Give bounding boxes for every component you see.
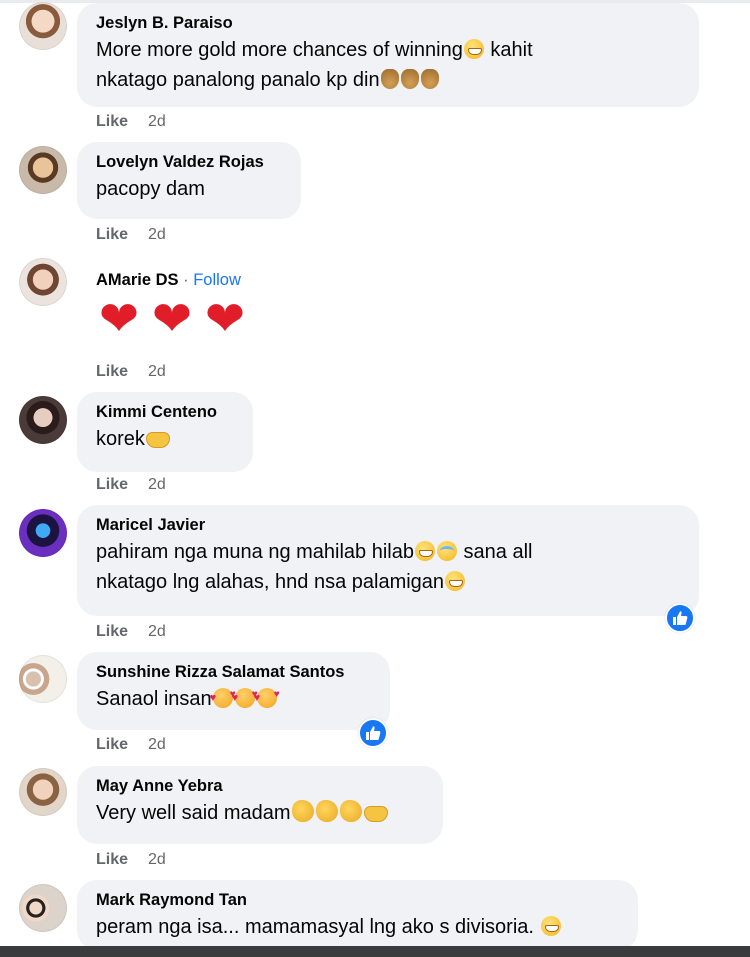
- comment-text: pacopy dam: [96, 178, 205, 200]
- avatar[interactable]: [19, 258, 67, 306]
- red-heart-emoji: ❤: [151, 291, 193, 347]
- comment-author[interactable]: Jeslyn B. Paraiso: [96, 11, 681, 35]
- comment-bubble: Jeslyn B. Paraiso More more gold more ch…: [77, 3, 699, 107]
- comment-text-line: sana all: [463, 541, 533, 563]
- like-link[interactable]: Like: [96, 363, 128, 380]
- comment-text: More more gold more chances of winning k…: [96, 35, 681, 65]
- comment-timestamp[interactable]: 2d: [148, 226, 166, 243]
- smiling-face-with-hearts-emoji: [232, 688, 258, 708]
- comment-bubble: Kimmi Centeno korek: [77, 392, 253, 472]
- comment-text-line: kahit: [490, 39, 533, 61]
- like-link[interactable]: Like: [96, 736, 128, 753]
- comment-text: pahiram nga muna ng mahilab hilab sana a…: [96, 537, 681, 567]
- comment-bubble: AMarie DS · Follow ❤ ❤ ❤: [77, 260, 377, 356]
- comment-text: ❤ ❤ ❤: [96, 291, 359, 347]
- avatar[interactable]: [19, 655, 67, 703]
- comment-actions: Like 2d: [96, 225, 166, 245]
- tears-of-joy-emoji: [436, 541, 457, 561]
- comment-text: Very well said madam: [96, 798, 425, 828]
- comment-text-line: Sanaol insan: [96, 688, 212, 710]
- comment-text-line: Very well said madam: [96, 802, 291, 824]
- comment-timestamp[interactable]: 2d: [148, 736, 166, 753]
- separator-dot: ·: [183, 271, 189, 289]
- heart-hands-emoji: [363, 806, 388, 822]
- grinning-face-emoji: [445, 571, 466, 591]
- comment-text: Sanaol insan: [96, 684, 372, 714]
- red-heart-emoji: ❤: [98, 291, 140, 347]
- comment-author[interactable]: Sunshine Rizza Salamat Santos: [96, 660, 372, 684]
- money-bag-emoji: [420, 69, 439, 89]
- heart-hands-emoji: [145, 432, 170, 448]
- comment-text-line: korek: [96, 428, 145, 450]
- comment-bubble: May Anne Yebra Very well said madam: [77, 766, 443, 844]
- comment-bubble: Lovelyn Valdez Rojas pacopy dam: [77, 142, 301, 219]
- comment-actions: Like 2d: [96, 622, 166, 642]
- avatar[interactable]: [19, 509, 67, 557]
- comment-author: AMarie DS · Follow: [96, 268, 359, 292]
- grinning-face-emoji: [463, 39, 484, 59]
- comment-text-line: More more gold more chances of winning: [96, 39, 463, 61]
- avatar[interactable]: [19, 768, 67, 816]
- like-link[interactable]: Like: [96, 851, 128, 868]
- comment-text: nkatago lng alahas, hnd nsa palamigan: [96, 567, 681, 597]
- clapping-hands-emoji: [339, 800, 362, 822]
- smiling-face-with-hearts-emoji: [254, 688, 280, 708]
- comment-bubble: Maricel Javier pahiram nga muna ng mahil…: [77, 505, 699, 616]
- comment-timestamp[interactable]: 2d: [148, 476, 166, 493]
- comment-actions: Like 2d: [96, 112, 166, 132]
- comment-text: peram nga isa... mamamasyal lng ako s di…: [96, 912, 620, 942]
- like-link[interactable]: Like: [96, 226, 128, 243]
- avatar[interactable]: [19, 2, 67, 50]
- comment-actions: Like 2d: [96, 362, 166, 382]
- red-heart-emoji: ❤: [204, 291, 246, 347]
- clapping-hands-emoji: [315, 800, 338, 822]
- comment-text: nkatago panalong panalo kp din: [96, 65, 681, 95]
- money-bag-emoji: [400, 69, 419, 89]
- grinning-face-emoji: [540, 916, 561, 936]
- comment-actions: Like 2d: [96, 735, 166, 755]
- comment-text-line: nkatago lng alahas, hnd nsa palamigan: [96, 571, 445, 593]
- like-link[interactable]: Like: [96, 623, 128, 640]
- money-bag-emoji: [380, 69, 399, 89]
- comment-author-name[interactable]: AMarie DS: [96, 271, 179, 289]
- grinning-face-emoji: [414, 541, 435, 561]
- comment-text-line: peram nga isa... mamamasyal lng ako s di…: [96, 916, 534, 938]
- comment-text: korek: [96, 424, 235, 454]
- like-link[interactable]: Like: [96, 113, 128, 130]
- comment-timestamp[interactable]: 2d: [148, 113, 166, 130]
- like-reaction-icon[interactable]: [358, 718, 388, 748]
- comment-author[interactable]: Kimmi Centeno: [96, 400, 235, 424]
- avatar[interactable]: [19, 146, 67, 194]
- avatar[interactable]: [19, 396, 67, 444]
- avatar[interactable]: [19, 884, 67, 932]
- comment-author[interactable]: Lovelyn Valdez Rojas: [96, 150, 283, 174]
- comment-actions: Like 2d: [96, 850, 166, 870]
- comment-text-line: pahiram nga muna ng mahilab hilab: [96, 541, 414, 563]
- comment-author[interactable]: Maricel Javier: [96, 513, 681, 537]
- clapping-hands-emoji: [291, 800, 314, 822]
- like-reaction-icon[interactable]: [665, 603, 695, 633]
- bottom-bar: [0, 946, 750, 957]
- comment-bubble: Sunshine Rizza Salamat Santos Sanaol ins…: [77, 652, 390, 730]
- comment-timestamp[interactable]: 2d: [148, 623, 166, 640]
- smiling-face-with-hearts-emoji: [210, 688, 236, 708]
- follow-link[interactable]: Follow: [193, 271, 241, 289]
- like-link[interactable]: Like: [96, 476, 128, 493]
- comment-text-line: nkatago panalong panalo kp din: [96, 69, 380, 91]
- comment-timestamp[interactable]: 2d: [148, 851, 166, 868]
- comment-author[interactable]: Mark Raymond Tan: [96, 888, 620, 912]
- comment-timestamp[interactable]: 2d: [148, 363, 166, 380]
- comment-actions: Like 2d: [96, 475, 166, 495]
- comment-author[interactable]: May Anne Yebra: [96, 774, 425, 798]
- comment-bubble: Mark Raymond Tan peram nga isa... mamama…: [77, 880, 638, 950]
